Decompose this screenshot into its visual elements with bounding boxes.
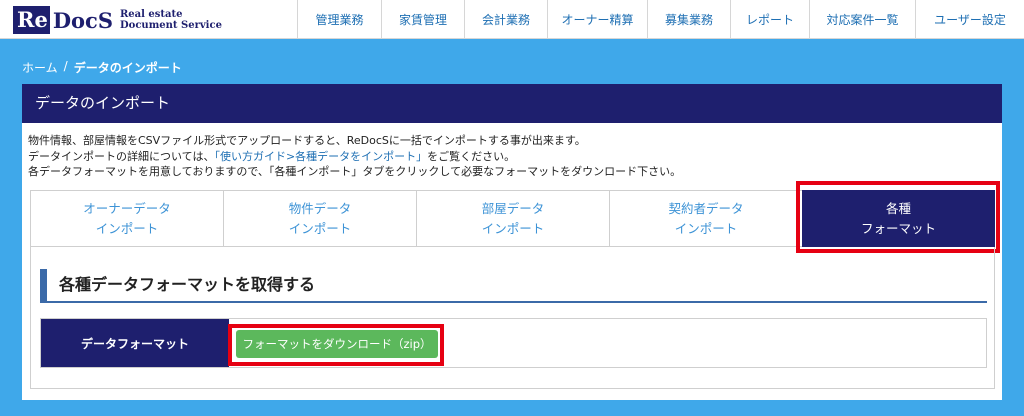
description-line2-pre: データインポートの詳細については、 xyxy=(28,149,215,163)
tab-contractor-import[interactable]: 契約者データ インポート xyxy=(609,190,802,247)
nav-item-accounting[interactable]: 会計業務 xyxy=(464,0,547,39)
description: 物件情報、部屋情報をCSVファイル形式でアップロードすると、ReDocSに一括で… xyxy=(28,133,681,180)
import-panel: データのインポート 物件情報、部屋情報をCSVファイル形式でアップロードすると、… xyxy=(22,84,1002,400)
nav-item-user-settings[interactable]: ユーザー設定 xyxy=(915,0,1024,39)
breadcrumb-separator: / xyxy=(63,59,68,73)
nav-item-management[interactable]: 管理業務 xyxy=(297,0,381,39)
tab-label-line1: オーナーデータ xyxy=(83,200,171,216)
tab-label-line1: 部屋データ xyxy=(481,200,545,216)
formats-content: 各種データフォーマットを取得する データフォーマット フォーマットをダウンロード… xyxy=(30,247,995,389)
nav-item-cases[interactable]: 対応案件一覧 xyxy=(809,0,915,39)
tab-label-line2: インポート xyxy=(95,220,159,236)
nav-item-recruitment[interactable]: 募集業務 xyxy=(647,0,730,39)
tab-label-line2: インポート xyxy=(481,220,545,236)
nav-item-report[interactable]: レポート xyxy=(730,0,809,39)
description-line1: 物件情報、部屋情報をCSVファイル形式でアップロードすると、ReDocSに一括で… xyxy=(28,134,586,147)
description-line2: データインポートの詳細については、「使い方ガイド>各種データをインポート」をご覧… xyxy=(28,149,681,165)
tab-highlight-frame xyxy=(796,181,1000,253)
logo-subtitle: Real estate Document Service xyxy=(120,9,222,31)
tab-label-line1: 契約者データ xyxy=(668,200,744,216)
breadcrumb-current: データのインポート xyxy=(73,61,182,75)
description-line2-post: をご覧ください。 xyxy=(427,149,516,163)
redocs-logo[interactable]: Re DocS Real estate Document Service xyxy=(13,6,222,34)
header: Re DocS Real estate Document Service 管理業… xyxy=(0,0,1024,39)
main-nav: 管理業務 家賃管理 会計業務 オーナー精算 募集業務 レポート 対応案件一覧 ユ… xyxy=(297,0,1024,39)
tab-property-import[interactable]: 物件データ インポート xyxy=(223,190,416,247)
breadcrumb-home[interactable]: ホーム xyxy=(22,59,58,76)
format-row: データフォーマット フォーマットをダウンロード（zip） xyxy=(40,318,987,368)
logo-docs: DocS xyxy=(52,7,113,33)
tab-label-line2: インポート xyxy=(288,220,352,236)
logo-subtitle-line1: Real estate xyxy=(120,9,183,20)
section-title: 各種データフォーマットを取得する xyxy=(40,269,987,303)
description-line3: 各データフォーマットを用意しておりますので、「各種インポート」タブをクリックして… xyxy=(28,165,682,178)
breadcrumb: ホーム / データのインポート xyxy=(22,59,182,76)
button-highlight-frame xyxy=(228,324,444,366)
logo-subtitle-line2: Document Service xyxy=(120,20,222,31)
nav-item-rent[interactable]: 家賃管理 xyxy=(381,0,464,39)
usage-guide-link[interactable]: 「使い方ガイド>各種データをインポート」 xyxy=(214,150,427,163)
logo-re: Re xyxy=(13,6,50,34)
tab-label-line2: インポート xyxy=(674,220,738,236)
nav-item-owner-settlement[interactable]: オーナー精算 xyxy=(547,0,647,39)
page-title: データのインポート xyxy=(22,84,1002,123)
tab-owner-import[interactable]: オーナーデータ インポート xyxy=(30,190,223,247)
format-label: データフォーマット xyxy=(41,319,229,367)
tab-label-line1: 物件データ xyxy=(288,200,352,216)
tab-room-import[interactable]: 部屋データ インポート xyxy=(416,190,609,247)
